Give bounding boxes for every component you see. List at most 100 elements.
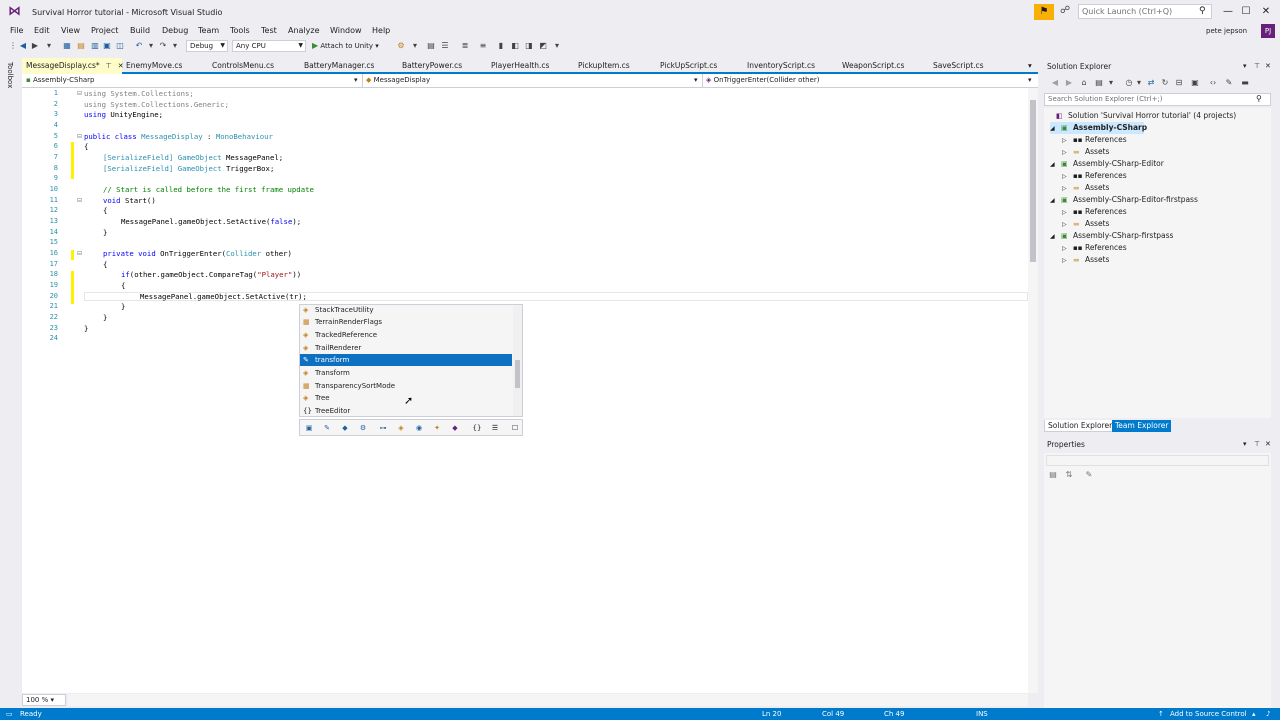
notification-flag-icon[interactable]: ⚑ [1034,4,1054,20]
chevron-down-icon[interactable]: ▾ [354,75,358,86]
filter-namespaces-icon[interactable]: {} [472,423,482,433]
expanded-triangle-icon[interactable]: ◢ [1050,159,1056,171]
tree-solution[interactable]: ◧ Solution 'Survival Horror tutorial' (4 … [1056,110,1236,122]
completion-item-selected[interactable]: ✎ transform [300,354,512,366]
tab-batterypower[interactable]: BatteryPower.cs [398,58,484,74]
redo-icon[interactable]: ↷ [158,41,168,51]
scrollbar-thumb[interactable] [1030,100,1036,262]
menu-view[interactable]: View [61,26,80,35]
collapse-icon[interactable]: ⊟ [77,197,84,204]
refresh-icon[interactable]: ↻ [1160,78,1170,88]
menu-debug[interactable]: Debug [162,26,188,35]
filter-dropdown-icon[interactable]: ▾ [1134,78,1144,88]
tab-controlsmenu[interactable]: ControlsMenu.cs [208,58,298,74]
categorized-icon[interactable]: ▤ [1048,470,1058,480]
menu-build[interactable]: Build [130,26,150,35]
code-view-icon[interactable]: ‹› [1208,78,1218,88]
tree-references[interactable]: ▷ ▪▪ References [1062,242,1127,254]
bookmark-next-icon[interactable]: ◨ [524,41,534,51]
tree-references[interactable]: ▷ ▪▪ References [1062,206,1127,218]
chevron-down-icon[interactable]: ▾ [1028,75,1032,86]
tree-project-assembly-csharp[interactable]: ◢ ▣ Assembly-CSharp [1050,122,1147,134]
dropdown-icon[interactable]: ▾ [44,41,54,51]
feedback-icon[interactable]: ☍ [1060,5,1072,18]
completion-item[interactable]: ◈ TrailRenderer [300,342,512,354]
format-icon[interactable]: ▤ [426,41,436,51]
switch-views-icon[interactable]: ▤ [1094,78,1104,88]
tab-inventoryscript[interactable]: InventoryScript.cs [743,58,835,74]
tab-team-explorer[interactable]: Team Explorer [1112,420,1172,432]
sync-icon[interactable]: ⇄ [1146,78,1156,88]
editor-horizontal-scrollbar[interactable] [68,694,1028,706]
code-line-current[interactable]: MessagePanel.gameObject.SetActive(tr); [84,292,307,301]
forward-icon[interactable]: ▶ [30,41,40,51]
switch-views-dropdown-icon[interactable]: ▾ [1106,78,1116,88]
preview-selected-icon[interactable]: ▬ [1240,78,1250,88]
collapse-all-icon[interactable]: ⊟ [1174,78,1184,88]
collapse-icon[interactable]: ⊟ [77,133,84,140]
indent-icon[interactable]: ≣ [460,41,470,51]
tab-savescript[interactable]: SaveScript.cs [929,58,1009,74]
filter-delegates-icon[interactable]: ✦ [432,423,442,433]
collapsed-triangle-icon[interactable]: ▷ [1062,255,1068,267]
menu-analyze[interactable]: Analyze [288,26,320,35]
open-file-icon[interactable]: ▤ [76,41,86,51]
menu-project[interactable]: Project [91,26,118,35]
menu-help[interactable]: Help [372,26,390,35]
filter-properties-icon[interactable]: ✎ [322,423,332,433]
class-dropdown[interactable]: ◆ MessageDisplay [366,75,696,86]
auto-hide-pin-icon[interactable]: ⊤ [1254,62,1260,70]
close-icon[interactable]: ✕ [1265,62,1271,70]
filter-interfaces-icon[interactable]: ◉ [414,423,424,433]
quick-launch-input[interactable]: Quick Launch (Ctrl+Q) [1078,4,1212,19]
tab-playerhealth[interactable]: PlayerHealth.cs [487,58,573,74]
save-all-icon[interactable]: ◫ [115,41,125,51]
toolbar-options-icon[interactable]: ▾ [552,41,562,51]
filter-events-icon[interactable]: ⚙ [358,423,368,433]
tree-references[interactable]: ▷ ▪▪ References [1062,170,1127,182]
toolbar-dropdown-icon[interactable]: ▾ [410,41,420,51]
tab-enemymove[interactable]: EnemyMove.cs [122,58,206,74]
filter-keywords-icon[interactable]: ☰ [490,423,500,433]
menu-tools[interactable]: Tools [230,26,250,35]
filter-classes-icon[interactable]: ◈ [396,423,406,433]
pin-icon[interactable]: ⊤ [106,62,112,70]
maximize-button[interactable]: ☐ [1237,4,1255,19]
back-icon[interactable]: ◀ [18,41,28,51]
completion-item[interactable]: ◈ TrackedReference [300,329,512,341]
tree-assets-folder[interactable]: ▷ ▬ Assets [1062,254,1109,266]
expanded-triangle-icon[interactable]: ◢ [1050,195,1056,207]
filter-fields-icon[interactable]: ◆ [340,423,350,433]
tree-assets-folder[interactable]: ▷ ▬ Assets [1062,182,1109,194]
toolbox-tab[interactable]: Toolbox [6,62,14,88]
minimize-button[interactable]: — [1219,4,1237,19]
tab-messagedisplay[interactable]: MessageDisplay.cs* ⊤ ✕ [22,58,124,74]
close-button[interactable]: ✕ [1257,4,1275,19]
filter-snippets-icon[interactable]: ▣ [304,423,314,433]
solution-configuration-select[interactable]: Debug ▼ [186,40,228,52]
property-pages-icon[interactable]: ✎ [1084,470,1094,480]
menu-file[interactable]: File [10,26,23,35]
properties-object-select[interactable] [1046,455,1269,466]
tree-assets-folder[interactable]: ▷ ▬ Assets [1062,146,1109,158]
tree-references[interactable]: ▷ ▪▪ References [1062,134,1127,146]
collapse-icon[interactable]: ⊟ [77,90,84,97]
filter-structures-icon[interactable]: ◆ [450,423,460,433]
code-editor[interactable] [22,88,1030,693]
tree-project-assembly-csharp-firstpass[interactable]: ◢ ▣ Assembly-CSharp-firstpass [1050,230,1173,242]
menu-window[interactable]: Window [330,26,362,35]
attach-to-unity-button[interactable]: ▶ Attach to Unity ▾ [312,40,379,52]
bookmark-clear-icon[interactable]: ◩ [538,41,548,51]
window-position-icon[interactable]: ▾ [1243,62,1247,70]
tree-project-assembly-csharp-editor[interactable]: ◢ ▣ Assembly-CSharp-Editor [1050,158,1164,170]
project-dropdown[interactable]: ▪ Assembly-CSharp [26,75,358,86]
menu-team[interactable]: Team [198,26,219,35]
tab-pickupscript[interactable]: PickUpScript.cs [656,58,744,74]
search-icon[interactable]: ⚲ [1199,6,1206,16]
pending-changes-filter-icon[interactable]: ◷ [1124,78,1134,88]
tree-project-assembly-csharp-editor-firstpass[interactable]: ◢ ▣ Assembly-CSharp-Editor-firstpass [1050,194,1198,206]
undo-icon[interactable]: ↶ [134,41,144,51]
completion-item[interactable]: ◈ StackTraceUtility [300,304,512,316]
member-dropdown[interactable]: ◈ OnTriggerEnter(Collider other) [706,75,1024,86]
save-icon[interactable]: ▣ [102,41,112,51]
